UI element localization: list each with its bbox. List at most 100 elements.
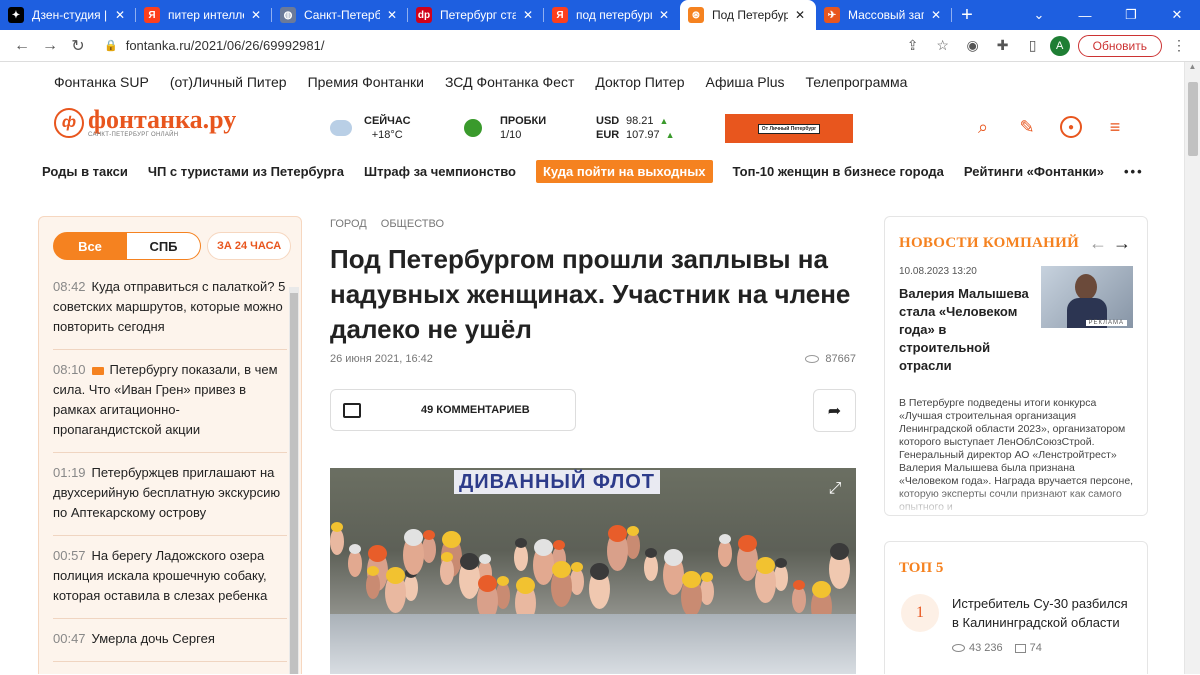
- arrow-right-icon[interactable]: →: [1113, 233, 1131, 254]
- header-ad-banner[interactable]: От Личный Петербург: [725, 114, 853, 143]
- page-scrollbar[interactable]: ▲: [1184, 62, 1200, 674]
- filter-24h-button[interactable]: ЗА 24 ЧАСА: [207, 232, 292, 260]
- update-button[interactable]: Обновить: [1077, 34, 1162, 57]
- new-tab-icon[interactable]: +: [952, 0, 982, 30]
- rubric-link[interactable]: ОБЩЕСТВО: [381, 218, 444, 230]
- top-menu-link[interactable]: ЗСД Фонтанка Фест: [445, 74, 574, 90]
- hamburger-menu-icon[interactable]: ≡: [1104, 116, 1126, 138]
- scrollbar-thumb[interactable]: [1188, 82, 1198, 156]
- article-photo[interactable]: ДИВАННЫЙ ФЛОТ ⤢: [330, 468, 856, 674]
- news-icon: ✈: [824, 7, 840, 23]
- back-icon[interactable]: ←: [8, 32, 36, 60]
- weather-widget[interactable]: СЕЙЧАС +18°C: [330, 114, 411, 142]
- header-icons: ⌕ ✎ ● ≡: [972, 116, 1126, 138]
- top-menu-link[interactable]: Премия Фонтанки: [308, 74, 424, 90]
- cloud-rain-icon: [330, 120, 352, 136]
- photo-helmet: [478, 575, 497, 592]
- browser-tab[interactable]: ✦ Дзен-студия | А ✕: [0, 0, 136, 30]
- more-icon[interactable]: •••: [1124, 164, 1144, 179]
- weather-value: +18°C: [371, 129, 403, 141]
- minimize-icon[interactable]: —: [1062, 0, 1108, 30]
- currency-widget[interactable]: USD 98.21 ▲ EUR 107.97 ▲: [596, 114, 675, 142]
- close-window-icon[interactable]: ✕: [1154, 0, 1200, 30]
- close-tab-icon[interactable]: ✕: [792, 8, 808, 22]
- arrow-left-icon[interactable]: ←: [1089, 233, 1107, 254]
- tab-search-icon[interactable]: ⌄: [1016, 0, 1062, 30]
- news-item[interactable]: 01:19 Петербуржцев приглашают на двухсери…: [53, 459, 287, 536]
- search-icon[interactable]: ⌕: [972, 116, 994, 138]
- site-logo[interactable]: ф фонтанка.ру САНКТ-ПЕТЕРБУРГ ОНЛАЙН: [54, 105, 237, 138]
- close-tab-icon[interactable]: ✕: [928, 8, 944, 22]
- url-field[interactable]: 🔒 fontanka.ru/2021/06/26/69992981/: [98, 33, 894, 59]
- close-tab-icon[interactable]: ✕: [656, 8, 672, 22]
- extension-icon[interactable]: ◉: [960, 33, 986, 59]
- lock-icon[interactable]: 🔒: [104, 39, 118, 52]
- feed-filter: Все СПБ ЗА 24 ЧАСА: [53, 232, 292, 260]
- photo-helmet: [423, 530, 435, 540]
- rubric-link[interactable]: ГОРОД: [330, 218, 367, 230]
- browser-tab[interactable]: ◍ Санкт-Петербург ✕: [272, 0, 408, 30]
- trend-link[interactable]: Роды в такси: [42, 164, 128, 179]
- forward-icon[interactable]: →: [36, 32, 64, 60]
- comment-icon: [343, 402, 361, 418]
- top-menu-link[interactable]: Телепрограмма: [805, 74, 907, 90]
- top5-item-title[interactable]: Истребитель Су-30 разбился в Калининград…: [952, 594, 1138, 632]
- photo-helmet: [442, 531, 461, 548]
- photo-helmet: [516, 577, 535, 594]
- company-news-headline[interactable]: Валерия Малышева стала «Человеком года» …: [899, 285, 1029, 375]
- traffic-widget[interactable]: ПРОБКИ 1/10: [464, 114, 546, 142]
- restore-icon[interactable]: ❐: [1108, 0, 1154, 30]
- top-menu-link[interactable]: (от)Личный Питер: [170, 74, 287, 90]
- top-menu-link[interactable]: Афиша Plus: [706, 74, 785, 90]
- news-item[interactable]: 00:57 На берегу Ладожского озера полиция …: [53, 542, 287, 619]
- feed-scrollbar[interactable]: [289, 287, 299, 674]
- browser-tab[interactable]: dp Петербург стано ✕: [408, 0, 544, 30]
- top-menu-link[interactable]: Фонтанка SUP: [54, 74, 149, 90]
- reload-icon[interactable]: ↻: [64, 32, 92, 60]
- browser-tab[interactable]: Япитер интеллект ✕: [136, 0, 272, 30]
- top5-comments: 74: [1029, 642, 1042, 654]
- user-icon[interactable]: ●: [1060, 116, 1082, 138]
- share-button[interactable]: ➦: [813, 389, 856, 432]
- browser-tab[interactable]: Япод петербургом ✕: [544, 0, 680, 30]
- photo-helmet: [664, 549, 683, 566]
- trend-link[interactable]: Куда пойти на выходных: [535, 160, 713, 183]
- news-item[interactable]: 00:47 Умерла дочь Сергея: [53, 625, 287, 662]
- trend-link[interactable]: Рейтинги «Фонтанки»: [964, 164, 1104, 179]
- bookmark-star-icon[interactable]: ☆: [930, 33, 956, 59]
- close-tab-icon[interactable]: ✕: [384, 8, 400, 22]
- scroll-up-icon[interactable]: ▲: [1185, 62, 1200, 76]
- news-item[interactable]: 08:42 Куда отправиться с палаткой? 5 сове…: [53, 273, 287, 350]
- comments-button[interactable]: 49 КОММЕНТАРИЕВ: [330, 389, 576, 431]
- photo-helmet: [627, 526, 639, 536]
- photo-helmet: [719, 534, 731, 544]
- filter-spb-button[interactable]: СПБ: [127, 232, 201, 260]
- edit-note-icon[interactable]: ✎: [1016, 116, 1038, 138]
- comments-label: 49 КОММЕНТАРИЕВ: [421, 404, 530, 416]
- photo-helmet: [331, 522, 343, 532]
- browser-tab[interactable]: ⊛ Под Петербурго ✕: [680, 0, 816, 30]
- trend-link[interactable]: ЧП с туристами из Петербурга: [148, 164, 344, 179]
- sidepanel-icon[interactable]: ▯: [1020, 33, 1046, 59]
- photo-helmet: [386, 567, 405, 584]
- filter-all-button[interactable]: Все: [53, 232, 127, 260]
- expand-icon[interactable]: ⤢: [824, 478, 846, 500]
- close-tab-icon[interactable]: ✕: [248, 8, 264, 22]
- eye-icon: [805, 355, 820, 363]
- close-tab-icon[interactable]: ✕: [520, 8, 536, 22]
- news-feed: Все СПБ ЗА 24 ЧАСА 08:42 Куда отправиться…: [38, 216, 302, 674]
- photo-helmet: [349, 544, 361, 554]
- menu-kebab-icon[interactable]: ⋮: [1166, 33, 1192, 59]
- profile-avatar[interactable]: A: [1049, 35, 1070, 56]
- trend-link[interactable]: Штраф за чемпионство: [364, 164, 516, 179]
- top-menu-link[interactable]: Доктор Питер: [595, 74, 684, 90]
- puzzle-icon[interactable]: ✚: [990, 33, 1016, 59]
- news-item[interactable]: 08:10 Петербургу показали, в чем сила. Чт…: [53, 356, 287, 453]
- trend-link[interactable]: Топ-10 женщин в бизнесе города: [733, 164, 944, 179]
- browser-tab[interactable]: ✈ Массовый запль ✕: [816, 0, 952, 30]
- close-tab-icon[interactable]: ✕: [112, 8, 128, 22]
- share-icon[interactable]: ⇪: [900, 33, 926, 59]
- company-news-photo[interactable]: РЕКЛАМА: [1041, 266, 1133, 328]
- photo-helmet: [756, 557, 775, 574]
- logo-name: фонтанка.ру: [88, 105, 237, 134]
